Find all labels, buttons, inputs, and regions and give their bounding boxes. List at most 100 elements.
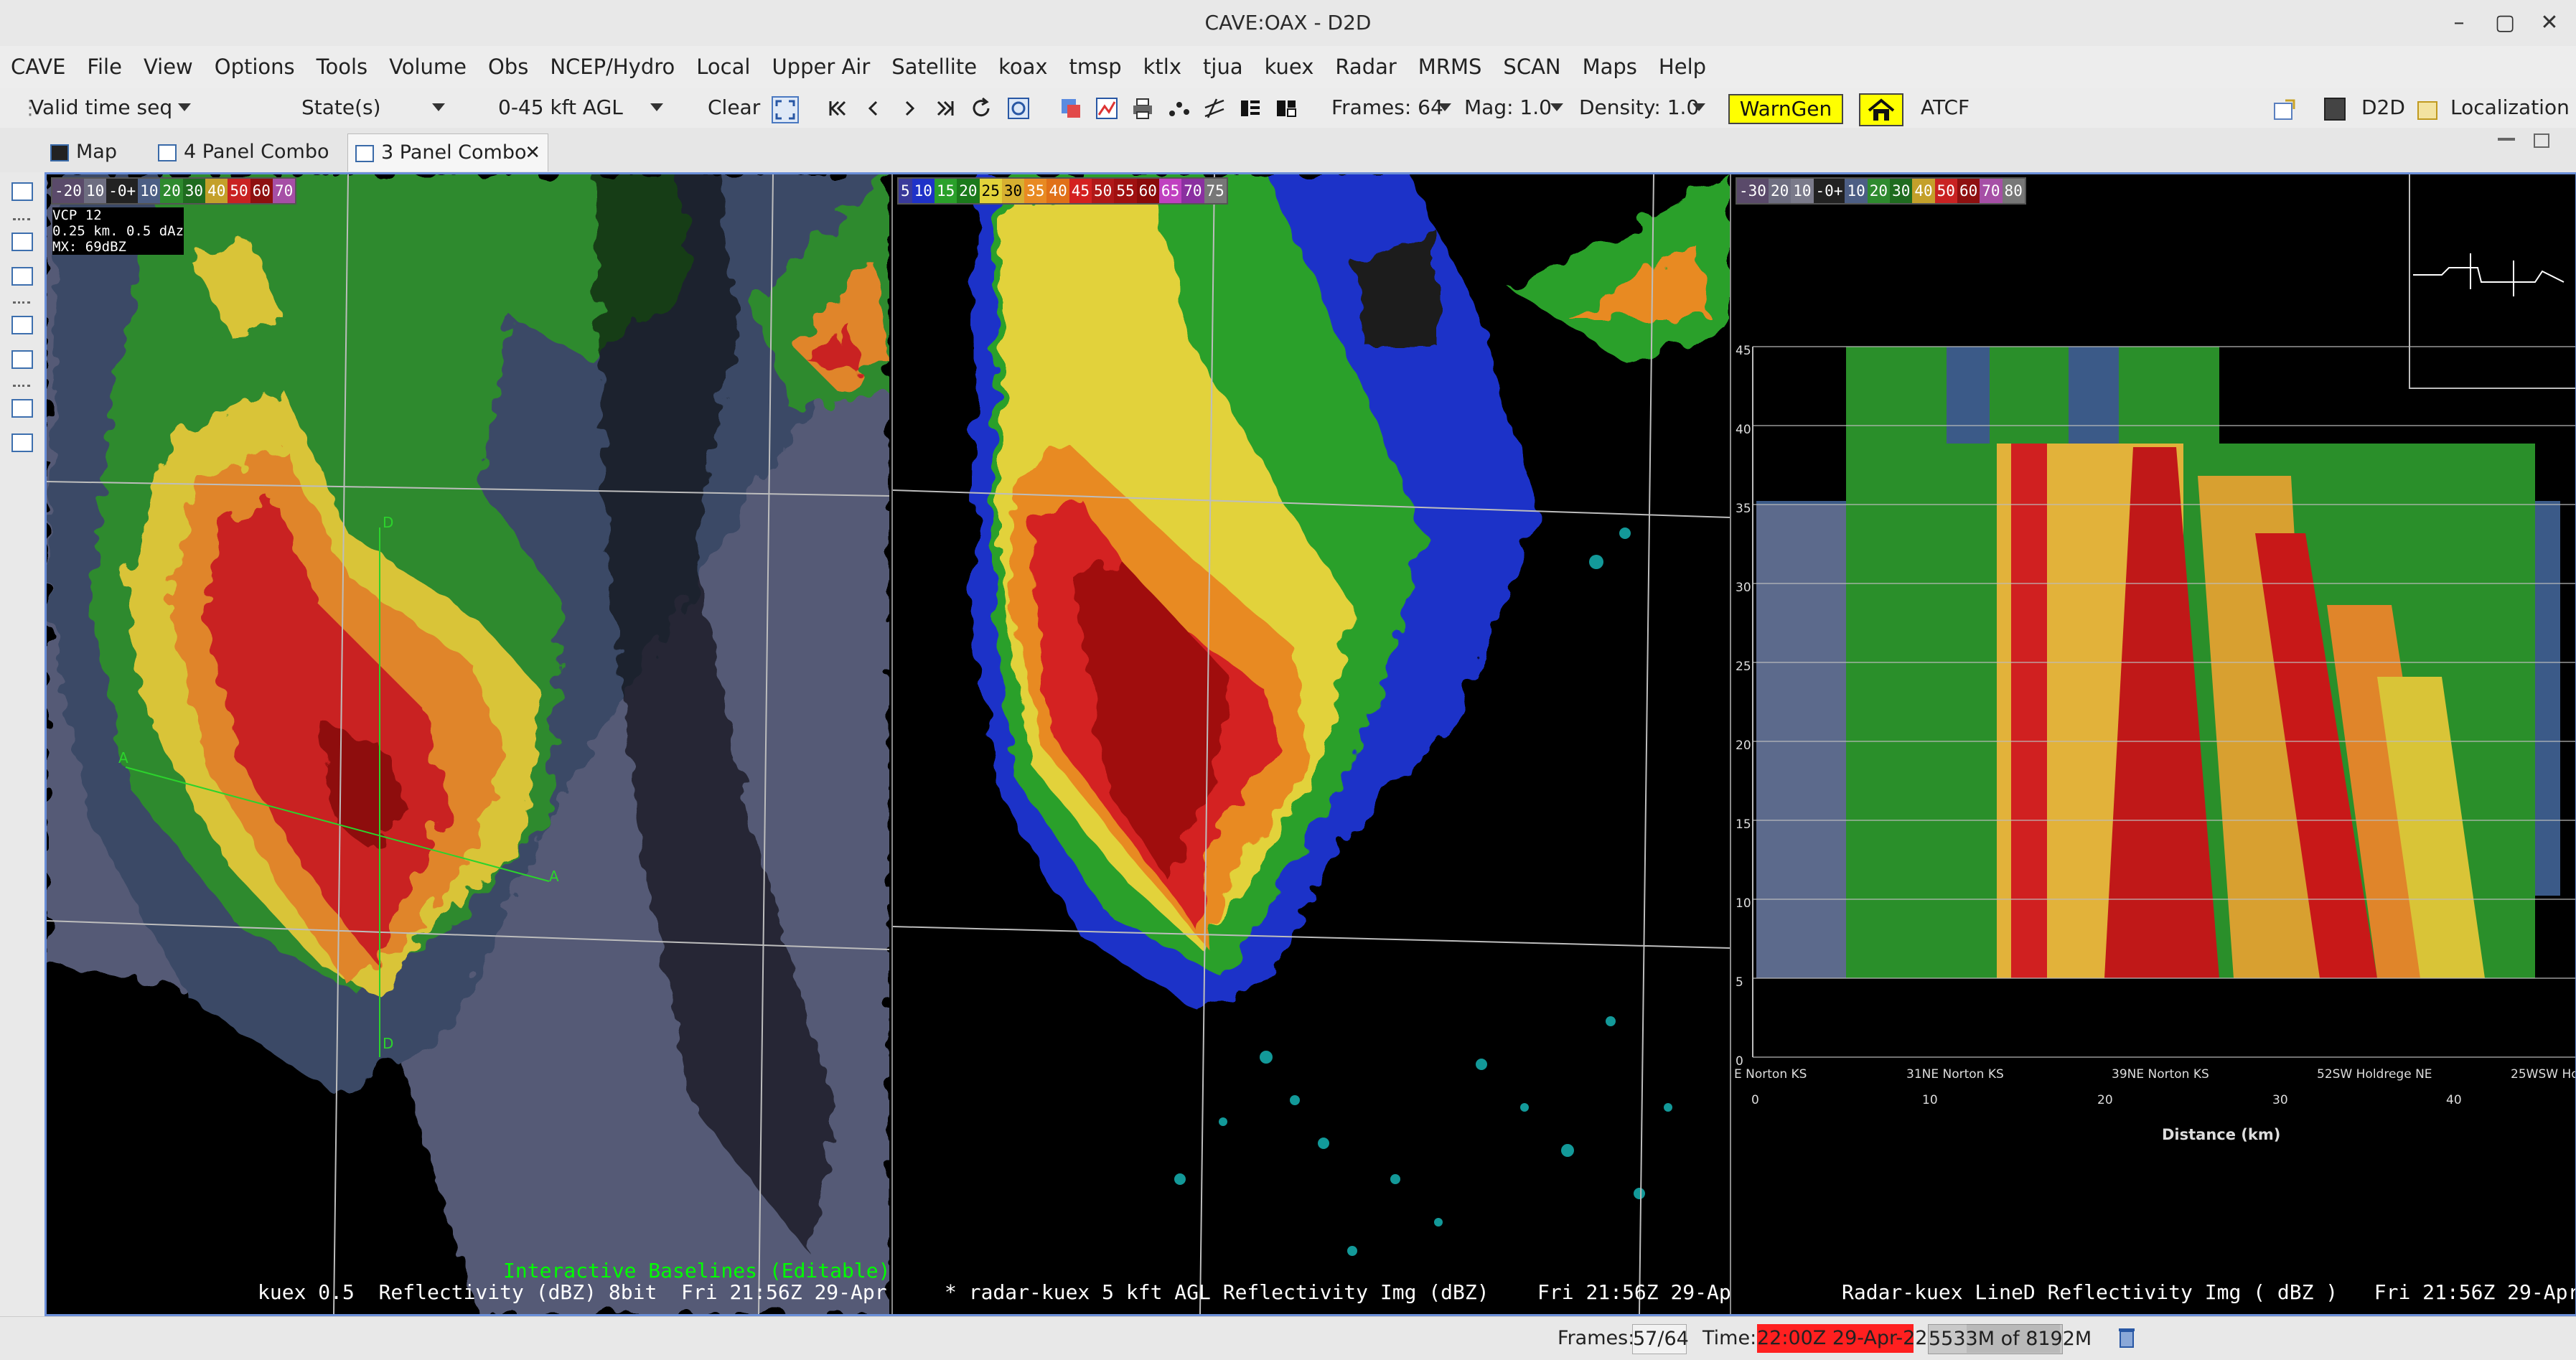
view-icon[interactable] <box>11 267 33 286</box>
loop-icon[interactable] <box>969 96 993 121</box>
tab-4-panel-combo[interactable]: 4 Panel Combo <box>158 133 337 171</box>
colorbar-tick: 10 <box>138 179 161 203</box>
first-frame-icon[interactable] <box>825 96 850 121</box>
atcf-button[interactable]: ATCF <box>1921 88 1970 128</box>
cross-section-image <box>1731 174 2575 1314</box>
step-back-icon[interactable] <box>861 96 886 121</box>
chevron-down-icon[interactable] <box>1438 103 1451 111</box>
maximize-editor-icon[interactable] <box>2534 133 2549 148</box>
baselines-tool-icon[interactable] <box>1202 96 1227 121</box>
menu-upper-air[interactable]: Upper Air <box>761 55 881 79</box>
points-tool-icon[interactable] <box>1166 96 1191 121</box>
menu-volume[interactable]: Volume <box>378 55 477 79</box>
zoom-extent-icon[interactable] <box>772 96 799 123</box>
distance-tick: 20 <box>2097 1093 2113 1107</box>
restore-view-icon[interactable] <box>11 399 33 418</box>
minimize-icon[interactable]: – <box>2446 10 2472 35</box>
home-icon[interactable] <box>1859 93 1903 126</box>
baseline-label-a: A <box>549 868 559 885</box>
reflectivity-colorbar: -20 10 -0+ 10 20 30 40 50 60 70 <box>51 177 297 205</box>
menu-maps[interactable]: Maps <box>1572 55 1648 79</box>
restore-view-icon[interactable] <box>11 233 33 251</box>
menu-options[interactable]: Options <box>204 55 306 79</box>
density-dropdown[interactable]: Density: 1.0 <box>1579 88 1699 128</box>
colorbar-tick: -0+ <box>1813 179 1845 203</box>
menu-view[interactable]: View <box>133 55 204 79</box>
mag-dropdown[interactable]: Mag: 1.0 <box>1464 88 1552 128</box>
chevron-down-icon[interactable] <box>650 103 663 111</box>
d2d-perspective-button[interactable]: D2D <box>2361 88 2405 128</box>
frames-dropdown[interactable]: Frames: 64 <box>1331 88 1443 128</box>
image-properties-icon[interactable] <box>1059 96 1083 121</box>
view-icon[interactable] <box>11 350 33 369</box>
close-icon[interactable]: ✕ <box>2537 10 2562 35</box>
menu-kuex[interactable]: kuex <box>1254 55 1325 79</box>
toggle-legend-icon[interactable] <box>1238 96 1263 121</box>
menu-tjua[interactable]: tjua <box>1192 55 1254 79</box>
middle-radar-pane[interactable]: 5 10 15 20 25 30 35 40 45 50 55 60 65 70… <box>891 174 1730 1314</box>
blink-panels-icon[interactable] <box>1274 96 1298 121</box>
chevron-down-icon[interactable] <box>432 103 445 111</box>
interactive-baselines-label[interactable]: Interactive Baselines (Editable) <box>503 1259 889 1282</box>
close-tab-icon[interactable]: ✕ <box>525 134 540 172</box>
tab-label: 3 Panel Combo <box>381 141 527 164</box>
menu-file[interactable]: File <box>76 55 133 79</box>
colorbar-tick: 10 <box>1791 179 1814 203</box>
menu-obs[interactable]: Obs <box>477 55 539 79</box>
menu-radar[interactable]: Radar <box>1324 55 1407 79</box>
localization-icon[interactable] <box>2416 98 2437 120</box>
chevron-down-icon[interactable] <box>1692 103 1705 111</box>
menu-koax[interactable]: koax <box>988 55 1058 79</box>
memory-usage-fill <box>1967 1324 2060 1353</box>
colorbar-tick: 10 <box>912 179 935 203</box>
print-icon[interactable] <box>1130 96 1155 121</box>
last-frame-icon[interactable] <box>933 96 957 121</box>
chevron-down-icon[interactable] <box>1550 103 1563 111</box>
height-tick: 5 <box>1736 975 1743 990</box>
image-combo-icon[interactable] <box>1095 96 1119 121</box>
menu-scan[interactable]: SCAN <box>1492 55 1571 79</box>
menu-cave[interactable]: CAVE <box>0 55 76 79</box>
menu-ncep-hydro[interactable]: NCEP/Hydro <box>539 55 685 79</box>
view-icon[interactable] <box>11 433 33 452</box>
menu-satellite[interactable]: Satellite <box>881 55 988 79</box>
tab-map[interactable]: Map <box>50 133 136 171</box>
vcp-info: VCP 12 0.25 km. 0.5 dAz MX: 69dBZ <box>52 207 184 255</box>
right-cross-section-pane[interactable]: -30 20 10 -0+ 10 20 30 40 50 60 70 80 45… <box>1730 174 2575 1314</box>
frames-status-label: Frames: <box>1558 1327 1635 1349</box>
strip-divider <box>13 301 30 306</box>
tab-3-panel-combo[interactable]: 3 Panel Combo ✕ <box>347 133 548 172</box>
step-forward-icon[interactable] <box>897 96 922 121</box>
chevron-down-icon[interactable] <box>178 103 191 111</box>
view-icon[interactable] <box>11 182 33 201</box>
states-dropdown[interactable]: State(s) <box>301 88 381 128</box>
tab-label: 4 Panel Combo <box>184 141 329 163</box>
menu-ktlx[interactable]: ktlx <box>1133 55 1192 79</box>
left-radar-pane[interactable]: A A D D -20 10 -0+ 10 20 30 40 50 60 70 … <box>47 174 889 1314</box>
garbage-collect-icon[interactable] <box>2119 1327 2135 1349</box>
menu-tmsp[interactable]: tmsp <box>1059 55 1133 79</box>
open-perspective-icon[interactable] <box>2272 98 2295 120</box>
height-range-dropdown[interactable]: 0-45 kft AGL <box>498 88 623 128</box>
maximize-icon[interactable]: ▢ <box>2492 10 2518 35</box>
strip-divider <box>13 218 30 223</box>
right-pane-legend: Radar-kuex LineD Reflectivity Img ( dBZ … <box>1842 1280 2575 1304</box>
d2d-perspective-icon[interactable] <box>2324 98 2346 121</box>
menu-local[interactable]: Local <box>685 55 761 79</box>
menu-tools[interactable]: Tools <box>306 55 378 79</box>
loop-mode-dropdown[interactable]: Valid time seq <box>30 88 172 128</box>
vcp-line: 0.25 km. 0.5 dAz <box>52 223 184 239</box>
menu-help[interactable]: Help <box>1648 55 1717 79</box>
loop-properties-icon[interactable] <box>1006 96 1031 121</box>
colorbar-tick: 70 <box>1181 179 1204 203</box>
restore-view-icon[interactable] <box>11 316 33 334</box>
minimize-editor-icon[interactable] <box>2498 138 2515 141</box>
clear-button[interactable]: Clear <box>708 88 760 128</box>
colorbar-tick: 70 <box>272 179 296 203</box>
left-pane-legend: kuex 0.5 Reflectivity (dBZ) 8bit Fri 21:… <box>258 1280 889 1304</box>
menu-mrms[interactable]: MRMS <box>1408 55 1493 79</box>
colorbar-tick: 30 <box>1001 179 1025 203</box>
localization-perspective-button[interactable]: Localization <box>2450 88 2570 128</box>
warngen-button[interactable]: WarnGen <box>1728 94 1843 124</box>
colorbar-tick: 50 <box>1092 179 1115 203</box>
